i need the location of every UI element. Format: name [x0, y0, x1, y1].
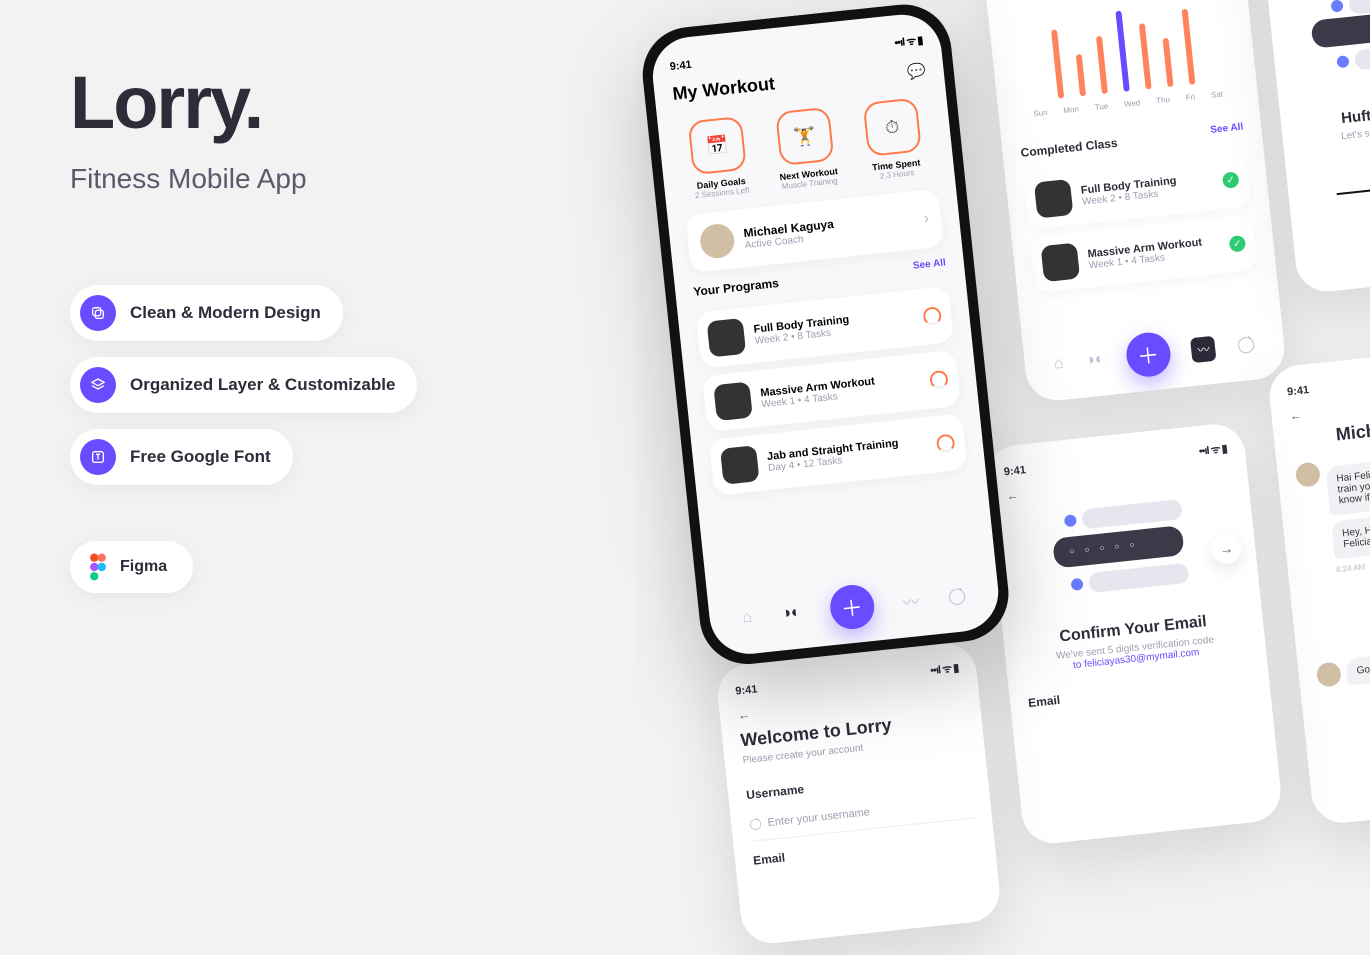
stat-card-time[interactable]: ⏱ Time Spent 2.3 Hours: [851, 96, 937, 183]
confirm-illustration: ○ ○ ○ ○ ○: [1045, 494, 1206, 619]
figma-pill: Figma: [70, 541, 193, 593]
screen-my-workout: 9:41 ••ıl ᯤ ▮ My Workout 💬 📅 Daily Goals …: [649, 11, 1002, 658]
status-time: 9:41: [735, 683, 758, 697]
email-label: Email: [1028, 673, 1252, 710]
screen-confirm-email: 9:41••ıl ᯤ ▮ ← → ○ ○ ○ ○ ○ Confirm Your …: [983, 421, 1283, 846]
avatar: [1316, 661, 1342, 687]
check-icon: ✓: [1222, 171, 1240, 189]
nav-home-icon[interactable]: ⌂: [1053, 355, 1065, 374]
type-icon: [80, 439, 116, 475]
class-thumb: [1034, 179, 1074, 219]
chat-bubble: Good job Felicia!: [1345, 649, 1370, 686]
progress-ring-icon: [936, 433, 956, 453]
fab-add-button[interactable]: ＋: [1124, 331, 1172, 379]
signal-icon: ••ıl ᯤ ▮: [930, 660, 959, 678]
back-icon[interactable]: ←: [737, 707, 750, 722]
program-thumb: [713, 382, 753, 422]
figma-label: Figma: [120, 558, 167, 576]
brand-title: Lorry.: [70, 60, 510, 145]
program-thumb: [720, 445, 760, 485]
chat-bubble: Hai Felicia, I'm glad to train you! Plea…: [1325, 453, 1370, 516]
dumbbell-icon: 🏋: [775, 107, 834, 166]
nav-stats-icon[interactable]: 〰: [902, 588, 920, 614]
chat-bubble: Hey, How are you Felicia?: [1331, 507, 1370, 559]
class-item[interactable]: Massive Arm WorkoutWeek 1 • 4 Tasks ✓: [1030, 214, 1259, 293]
brand-subtitle: Fitness Mobile App: [70, 163, 510, 195]
nav-profile-icon[interactable]: ◯̀: [947, 585, 967, 607]
screen-dashboard: ••ıl ᯤ ▮ Dashboard••• 23.5 kCal ↗ Sun Mo…: [979, 0, 1288, 403]
clock-icon: ⏱: [863, 98, 922, 157]
phone-frame: 9:41 ••ıl ᯤ ▮ My Workout 💬 📅 Daily Goals …: [638, 0, 1013, 669]
signal-icon: ••ıl ᯤ ▮: [894, 33, 923, 51]
completed-class-title: Completed Class: [1020, 136, 1118, 160]
user-icon: ◯̀: [749, 818, 762, 831]
next-button[interactable]: →: [1210, 532, 1243, 565]
stat-card-next[interactable]: 🏋 Next Workout Muscle Training: [763, 105, 849, 192]
chat-title: Michael Kaguya: [1291, 406, 1370, 450]
check-icon: ✓: [1229, 235, 1247, 253]
feature-pill-design: Clean & Modern Design: [70, 285, 343, 341]
screen-welcome: 9:41••ıl ᯤ ▮ ← Welcome to Lorry Please c…: [715, 641, 1003, 947]
nav-stats-icon[interactable]: 〰: [1190, 335, 1216, 362]
fab-add-button[interactable]: ＋: [828, 583, 876, 631]
nav-dumbbell-icon[interactable]: ◑◐: [1084, 350, 1105, 370]
screen-messages-empty: ⌕ Sea ＋ Huft! No Messa Let's start messa…: [1259, 0, 1370, 295]
feature-pill-font: Free Google Font: [70, 429, 293, 485]
empty-illustration: [1308, 0, 1370, 102]
avatar: [1295, 461, 1321, 487]
figma-icon: [88, 553, 108, 581]
back-icon[interactable]: ←: [1289, 408, 1302, 423]
see-all-link[interactable]: See All: [1210, 121, 1244, 135]
progress-ring-icon: [929, 370, 949, 390]
progress-ring-icon: [922, 306, 942, 326]
status-time: 9:41: [1003, 464, 1026, 478]
feature-label: Free Google Font: [130, 447, 271, 467]
chart-x-label: Thu: [1156, 95, 1171, 105]
chevron-right-icon: ›: [923, 210, 930, 228]
chart-x-label: Sat: [1211, 89, 1224, 99]
nav-dumbbell-icon[interactable]: ◑◐: [780, 603, 801, 623]
status-time: 9:41: [1286, 384, 1309, 398]
program-thumb: [707, 318, 747, 358]
stat-card-daily[interactable]: 📅 Daily Goals 2 Sessions Left: [676, 115, 762, 202]
programs-title: Your Programs: [693, 276, 780, 299]
signal-icon: ••ıl ᯤ ▮: [1198, 441, 1227, 459]
feature-pill-layers: Organized Layer & Customizable: [70, 357, 417, 413]
chart-x-label: Wed: [1124, 98, 1141, 109]
calendar-icon: 📅: [688, 116, 747, 175]
chart-x-label: Tue: [1094, 102, 1108, 112]
chat-time: 9:31 AM: [1313, 617, 1370, 646]
chart-x-label: Sun: [1033, 108, 1048, 118]
chart-x-label: Mon: [1063, 105, 1079, 116]
nav-home-icon[interactable]: ⌂: [742, 609, 754, 628]
avatar: [699, 222, 736, 259]
see-all-link[interactable]: See All: [912, 257, 946, 271]
class-thumb: [1041, 243, 1081, 283]
copy-icon: [80, 295, 116, 331]
nav-profile-icon[interactable]: ◯̀: [1236, 334, 1256, 356]
feature-label: Organized Layer & Customizable: [130, 375, 395, 395]
status-time: 9:41: [669, 58, 692, 72]
layers-icon: [80, 367, 116, 403]
back-icon[interactable]: ←: [1006, 488, 1019, 503]
feature-label: Clean & Modern Design: [130, 303, 321, 323]
chart-x-label: Fri: [1185, 92, 1195, 102]
my-workout-title: My Workout: [672, 73, 776, 105]
chat-icon[interactable]: 💬: [906, 61, 926, 81]
screen-chat: 9:41••ıl ᯤ ▮ ← Michael Kaguya Hai Felici…: [1267, 341, 1370, 826]
